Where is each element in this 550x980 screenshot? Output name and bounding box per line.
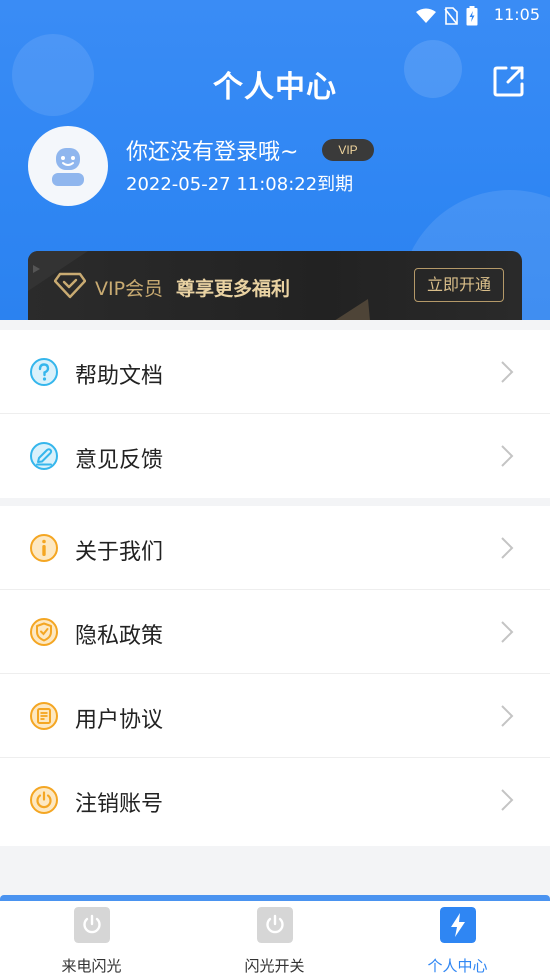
no-sim-icon xyxy=(444,7,458,25)
shield-icon xyxy=(30,618,58,646)
vip-banner[interactable]: VIP会员 尊享更多福利 立即开通 xyxy=(28,251,522,320)
menu-item-about[interactable]: 关于我们 xyxy=(0,506,550,590)
battery-icon xyxy=(466,6,478,26)
menu-label: 隐私政策 xyxy=(75,624,164,649)
status-time: 11:05 xyxy=(493,5,540,24)
menu-item-privacy[interactable]: 隐私政策 xyxy=(0,590,550,674)
chevron-right-icon xyxy=(501,705,514,727)
help-icon xyxy=(30,358,58,386)
tab-profile[interactable]: 个人中心 xyxy=(366,901,549,980)
activate-vip-button[interactable]: 立即开通 xyxy=(414,268,504,302)
vip-subtitle: 尊享更多福利 xyxy=(176,278,291,300)
menu-item-user-agreement[interactable]: 用户协议 xyxy=(0,674,550,758)
chevron-right-icon xyxy=(501,361,514,383)
tab-incoming-flash[interactable]: 来电闪光 xyxy=(0,901,183,980)
menu-label: 帮助文档 xyxy=(75,364,164,389)
vip-badge: VIP xyxy=(322,139,374,161)
menu-group-about: 关于我们 隐私政策 用户协议 注销账号 xyxy=(0,506,550,846)
status-bar: 11:05 xyxy=(0,0,550,32)
share-icon[interactable] xyxy=(492,64,526,98)
vip-expiry: 2022-05-27 11:08:22到期 xyxy=(126,174,354,195)
menu-label: 关于我们 xyxy=(75,540,164,565)
page-title: 个人中心 xyxy=(213,70,337,105)
menu-item-help[interactable]: 帮助文档 xyxy=(0,330,550,414)
vip-title: VIP会员 xyxy=(95,278,164,300)
power-icon xyxy=(30,786,58,814)
menu-item-feedback[interactable]: 意见反馈 xyxy=(0,414,550,498)
profile-header: 11:05 个人中心 你还没有登录哦~ VIP 2022-05-27 11:08… xyxy=(0,0,550,320)
menu-label: 注销账号 xyxy=(75,792,164,817)
chevron-right-icon xyxy=(501,789,514,811)
tab-label: 来电闪光 xyxy=(61,957,122,975)
tab-flash-switch[interactable]: 闪光开关 xyxy=(183,901,366,980)
menu-label: 用户协议 xyxy=(75,708,164,733)
wifi-icon xyxy=(416,8,436,23)
info-icon xyxy=(30,534,58,562)
login-prompt[interactable]: 你还没有登录哦~ xyxy=(126,134,298,166)
tab-label: 个人中心 xyxy=(427,957,488,975)
menu-item-delete-account[interactable]: 注销账号 xyxy=(0,758,550,842)
chevron-right-icon xyxy=(501,621,514,643)
menu-label: 意见反馈 xyxy=(75,448,164,473)
user-avatar-icon xyxy=(52,148,84,186)
chevron-right-icon xyxy=(501,445,514,467)
menu-group-support: 帮助文档 意见反馈 xyxy=(0,330,550,498)
avatar[interactable] xyxy=(28,126,108,206)
lightning-icon xyxy=(440,907,476,943)
feedback-icon xyxy=(30,442,58,470)
bottom-tabbar: 来电闪光 闪光开关 个人中心 xyxy=(0,901,550,980)
chevron-right-icon xyxy=(501,537,514,559)
tab-label: 闪光开关 xyxy=(244,957,305,975)
vip-diamond-icon xyxy=(54,272,86,299)
power-icon xyxy=(257,907,293,943)
power-icon xyxy=(74,907,110,943)
document-icon xyxy=(30,702,58,730)
